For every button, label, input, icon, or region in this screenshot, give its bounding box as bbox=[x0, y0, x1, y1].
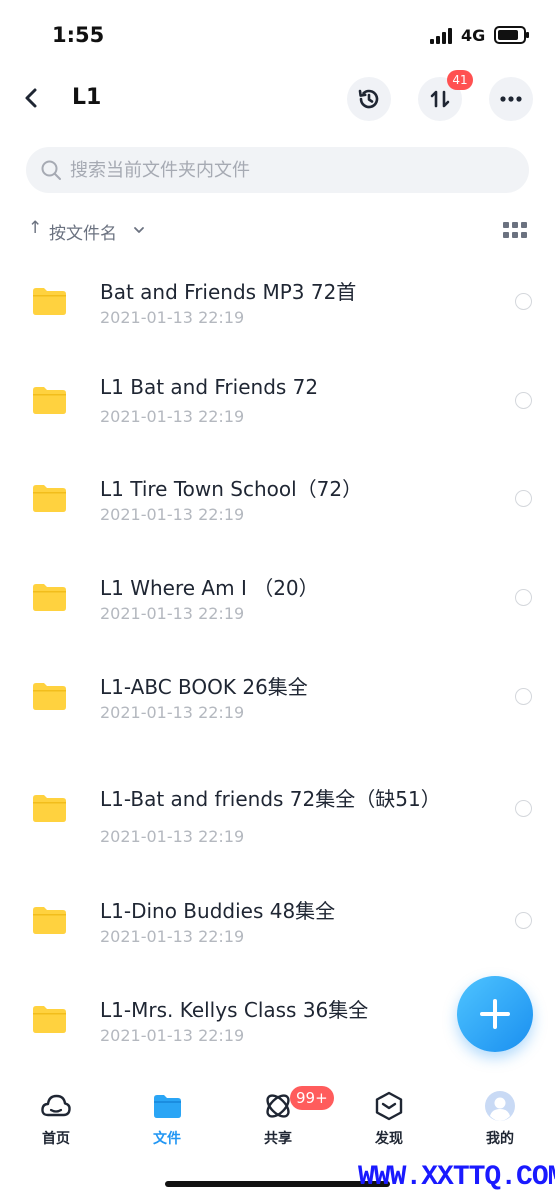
transfer-icon bbox=[430, 90, 450, 108]
file-name: L1-ABC BOOK 26集全 bbox=[100, 675, 308, 699]
folder-icon bbox=[154, 1095, 181, 1118]
transfer-badge: 41 bbox=[447, 70, 473, 90]
search-bar[interactable] bbox=[26, 147, 529, 193]
folder-icon bbox=[33, 485, 66, 512]
tab-home[interactable]: 首页 bbox=[16, 1090, 96, 1154]
grid-view-icon[interactable] bbox=[503, 222, 527, 240]
back-icon[interactable] bbox=[18, 84, 46, 112]
folder-icon bbox=[33, 1006, 66, 1033]
signal-icon bbox=[430, 28, 456, 44]
sort-label[interactable]: 按文件名 bbox=[49, 219, 117, 244]
file-date: 2021-01-13 22:19 bbox=[100, 927, 245, 946]
file-name: L1-Dino Buddies 48集全 bbox=[100, 899, 336, 923]
history-icon bbox=[358, 89, 379, 109]
file-name: L1 Tire Town School（72） bbox=[100, 477, 363, 501]
file-date: 2021-01-13 22:19 bbox=[100, 308, 245, 327]
file-name: L1-Mrs. Kellys Class 36集全 bbox=[100, 998, 369, 1022]
tab-label: 发现 bbox=[375, 1131, 403, 1147]
history-button[interactable] bbox=[347, 77, 391, 121]
file-name: Bat and Friends MP3 72首 bbox=[100, 280, 357, 304]
watermark: WWW.XXTTQ.COM bbox=[358, 1162, 555, 1193]
sort-bar: ↑ 按文件名 bbox=[0, 215, 555, 245]
share-orbit-icon bbox=[266, 1094, 290, 1118]
cloud-icon bbox=[41, 1094, 71, 1117]
file-name: L1 Where Am I （20） bbox=[100, 576, 319, 600]
more-icon bbox=[500, 96, 522, 102]
folder-icon bbox=[33, 907, 66, 934]
select-checkbox[interactable] bbox=[515, 912, 532, 929]
discover-box-icon bbox=[375, 1091, 403, 1121]
file-date: 2021-01-13 22:19 bbox=[100, 1026, 245, 1045]
chevron-down-icon[interactable] bbox=[132, 223, 146, 237]
tab-me[interactable]: 我的 bbox=[460, 1090, 540, 1154]
select-checkbox[interactable] bbox=[515, 800, 532, 817]
folder-icon bbox=[33, 683, 66, 710]
select-checkbox[interactable] bbox=[515, 589, 532, 606]
file-date: 2021-01-13 22:19 bbox=[100, 827, 245, 846]
tab-discover[interactable]: 发现 bbox=[349, 1090, 429, 1154]
nav-header: L1 41 bbox=[0, 70, 555, 130]
folder-icon bbox=[33, 288, 66, 315]
home-indicator bbox=[165, 1181, 390, 1187]
tab-label: 首页 bbox=[42, 1131, 70, 1147]
share-badge: 99+ bbox=[290, 1086, 334, 1110]
tab-label: 共享 bbox=[264, 1131, 292, 1147]
battery-icon bbox=[494, 26, 529, 44]
status-bar: 1:55 4G bbox=[0, 0, 555, 70]
select-checkbox[interactable] bbox=[515, 293, 532, 310]
page-title: L1 bbox=[72, 85, 102, 110]
plus-icon bbox=[480, 999, 510, 1029]
battery-level bbox=[498, 30, 518, 40]
file-date: 2021-01-13 22:19 bbox=[100, 703, 245, 722]
file-date: 2021-01-13 22:19 bbox=[100, 604, 245, 623]
avatar-icon bbox=[485, 1091, 515, 1121]
search-icon bbox=[41, 160, 61, 180]
tab-files[interactable]: 文件 bbox=[127, 1090, 207, 1154]
folder-icon bbox=[33, 795, 66, 822]
folder-icon bbox=[33, 584, 66, 611]
file-name: L1 Bat and Friends 72 bbox=[100, 375, 319, 399]
file-name: L1-Bat and friends 72集全（缺51） bbox=[100, 787, 441, 811]
file-date: 2021-01-13 22:19 bbox=[100, 505, 245, 524]
folder-icon bbox=[33, 387, 66, 414]
network-type: 4G bbox=[461, 26, 486, 45]
select-checkbox[interactable] bbox=[515, 392, 532, 409]
search-input[interactable] bbox=[70, 147, 510, 193]
tab-bar: 首页 文件 共享 发现 我的 bbox=[0, 1080, 555, 1160]
sort-direction-icon[interactable]: ↑ bbox=[28, 218, 42, 238]
add-button[interactable] bbox=[457, 976, 533, 1052]
tab-label: 我的 bbox=[486, 1131, 514, 1147]
more-button[interactable] bbox=[489, 77, 533, 121]
tab-label: 文件 bbox=[153, 1131, 181, 1147]
select-checkbox[interactable] bbox=[515, 688, 532, 705]
status-time: 1:55 bbox=[52, 23, 105, 47]
file-date: 2021-01-13 22:19 bbox=[100, 407, 245, 426]
select-checkbox[interactable] bbox=[515, 490, 532, 507]
